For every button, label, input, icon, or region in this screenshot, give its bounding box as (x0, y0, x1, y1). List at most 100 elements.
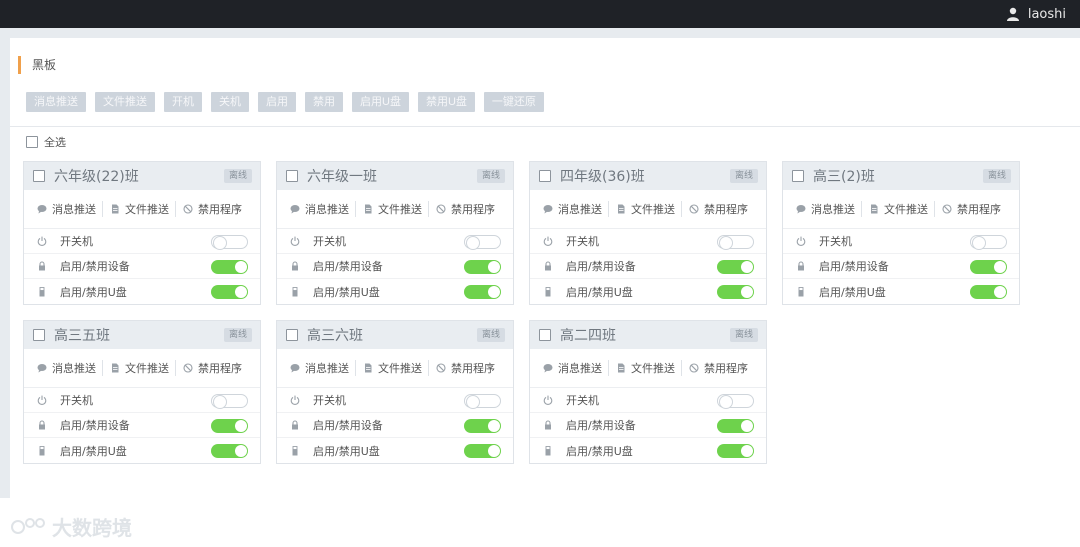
power-toggle[interactable] (211, 235, 248, 250)
file-push-label: 文件推送 (884, 203, 928, 216)
usb-toggle[interactable] (211, 444, 248, 458)
device-toggle[interactable] (211, 419, 248, 433)
select-all[interactable]: 全选 (26, 134, 66, 150)
ban-program-label: 禁用程序 (198, 362, 242, 375)
device-label: 启用/禁用设备 (313, 419, 383, 432)
card-header: 六年级一班 离线 (277, 162, 513, 190)
file-push-action[interactable]: 文件推送 (355, 360, 422, 376)
ban-program-action[interactable]: 禁用程序 (428, 201, 495, 217)
chat-icon (37, 364, 47, 373)
card-checkbox[interactable] (286, 329, 298, 341)
power-toggle[interactable] (717, 394, 754, 409)
select-all-checkbox[interactable] (26, 136, 38, 148)
message-push-action[interactable]: 消息推送 (37, 360, 96, 376)
power-row: 开关机 (24, 388, 260, 413)
toolbar-button-message-push[interactable]: 消息推送 (26, 92, 86, 112)
device-toggle[interactable] (211, 260, 248, 274)
ban-program-action[interactable]: 禁用程序 (428, 360, 495, 376)
card-actions: 消息推送 文件推送 禁用程序 (530, 190, 766, 229)
power-icon (290, 395, 300, 405)
usb-toggle[interactable] (464, 444, 501, 458)
ban-program-action[interactable]: 禁用程序 (681, 201, 748, 217)
power-row: 开关机 (24, 229, 260, 254)
device-row: 启用/禁用设备 (530, 254, 766, 279)
device-toggle[interactable] (717, 419, 754, 433)
status-badge: 离线 (223, 328, 252, 342)
usb-label: 启用/禁用U盘 (60, 285, 127, 299)
toolbar-button-enable[interactable]: 启用 (258, 92, 296, 112)
device-toggle[interactable] (717, 260, 754, 274)
device-toggle[interactable] (970, 260, 1007, 274)
toolbar-button-power-on[interactable]: 开机 (164, 92, 202, 112)
device-toggle[interactable] (464, 260, 501, 274)
file-push-action[interactable]: 文件推送 (102, 201, 169, 217)
file-push-action[interactable]: 文件推送 (608, 360, 675, 376)
file-push-action[interactable]: 文件推送 (861, 201, 928, 217)
usb-toggle[interactable] (970, 285, 1007, 299)
card-header: 高二四班 离线 (530, 321, 766, 349)
usb-row: 启用/禁用U盘 (24, 279, 260, 304)
card-checkbox[interactable] (33, 329, 45, 341)
ban-program-label: 禁用程序 (957, 203, 1001, 216)
ban-program-label: 禁用程序 (451, 203, 495, 216)
power-toggle[interactable] (211, 394, 248, 409)
usb-row: 启用/禁用U盘 (24, 438, 260, 463)
power-toggle[interactable] (464, 235, 501, 250)
message-push-action[interactable]: 消息推送 (290, 201, 349, 217)
usb-toggle[interactable] (464, 285, 501, 299)
power-icon (37, 395, 47, 405)
power-toggle[interactable] (717, 235, 754, 250)
chat-icon (290, 364, 300, 373)
message-push-action[interactable]: 消息推送 (543, 360, 602, 376)
status-badge: 离线 (476, 169, 505, 183)
device-row: 启用/禁用设备 (24, 254, 260, 279)
file-push-label: 文件推送 (125, 203, 169, 216)
ban-icon (436, 363, 446, 373)
username: laoshi (1027, 6, 1066, 22)
file-icon (365, 363, 372, 373)
toolbar-button-disable[interactable]: 禁用 (305, 92, 343, 112)
toolbar-button-enable-usb[interactable]: 启用U盘 (352, 92, 409, 112)
usb-toggle[interactable] (717, 444, 754, 458)
card-checkbox[interactable] (539, 329, 551, 341)
device-toggle[interactable] (464, 419, 501, 433)
ban-program-action[interactable]: 禁用程序 (681, 360, 748, 376)
card-checkbox[interactable] (33, 170, 45, 182)
power-label: 开关机 (313, 235, 346, 248)
toolbar-button-power-off[interactable]: 关机 (211, 92, 249, 112)
file-push-label: 文件推送 (631, 362, 675, 375)
power-toggle[interactable] (464, 394, 501, 409)
ban-program-action[interactable]: 禁用程序 (175, 360, 242, 376)
message-push-action[interactable]: 消息推送 (290, 360, 349, 376)
card-checkbox[interactable] (539, 170, 551, 182)
card-checkbox[interactable] (286, 170, 298, 182)
toolbar-button-file-push[interactable]: 文件推送 (95, 92, 155, 112)
usb-toggle[interactable] (717, 285, 754, 299)
message-push-label: 消息推送 (52, 362, 96, 375)
card-checkbox[interactable] (792, 170, 804, 182)
device-row: 启用/禁用设备 (277, 413, 513, 438)
toolbar-button-disable-usb[interactable]: 禁用U盘 (417, 92, 475, 112)
class-card: 四年级(36)班 离线 消息推送 文件推送 禁用程序 开关机 启用/禁用设备 启用/禁用U盘 (529, 161, 767, 305)
file-push-action[interactable]: 文件推送 (608, 201, 675, 217)
message-push-action[interactable]: 消息推送 (796, 201, 855, 217)
main-content: 黑板 消息推送 文件推送 开机 关机 启用 禁用 启用U盘 禁用U盘 一键还原 … (10, 38, 1080, 498)
ban-program-action[interactable]: 禁用程序 (175, 201, 242, 217)
file-push-action[interactable]: 文件推送 (102, 360, 169, 376)
usb-drive-icon (39, 445, 45, 455)
section-title: 黑板 (18, 56, 56, 74)
file-push-action[interactable]: 文件推送 (355, 201, 422, 217)
message-push-action[interactable]: 消息推送 (37, 201, 96, 217)
select-all-label: 全选 (44, 136, 66, 149)
message-push-action[interactable]: 消息推送 (543, 201, 602, 217)
usb-label: 启用/禁用U盘 (313, 285, 380, 299)
power-toggle[interactable] (970, 235, 1007, 250)
ban-program-action[interactable]: 禁用程序 (934, 201, 1001, 217)
class-name: 高二四班 (560, 328, 616, 344)
class-card: 高二四班 离线 消息推送 文件推送 禁用程序 开关机 启用/禁用设备 启用/禁用U盘 (529, 320, 767, 464)
user-menu[interactable]: laoshi (1006, 4, 1066, 24)
status-badge: 离线 (223, 169, 252, 183)
power-label: 开关机 (60, 235, 93, 248)
toolbar-button-one-click-restore[interactable]: 一键还原 (483, 92, 544, 112)
usb-toggle[interactable] (211, 285, 248, 299)
